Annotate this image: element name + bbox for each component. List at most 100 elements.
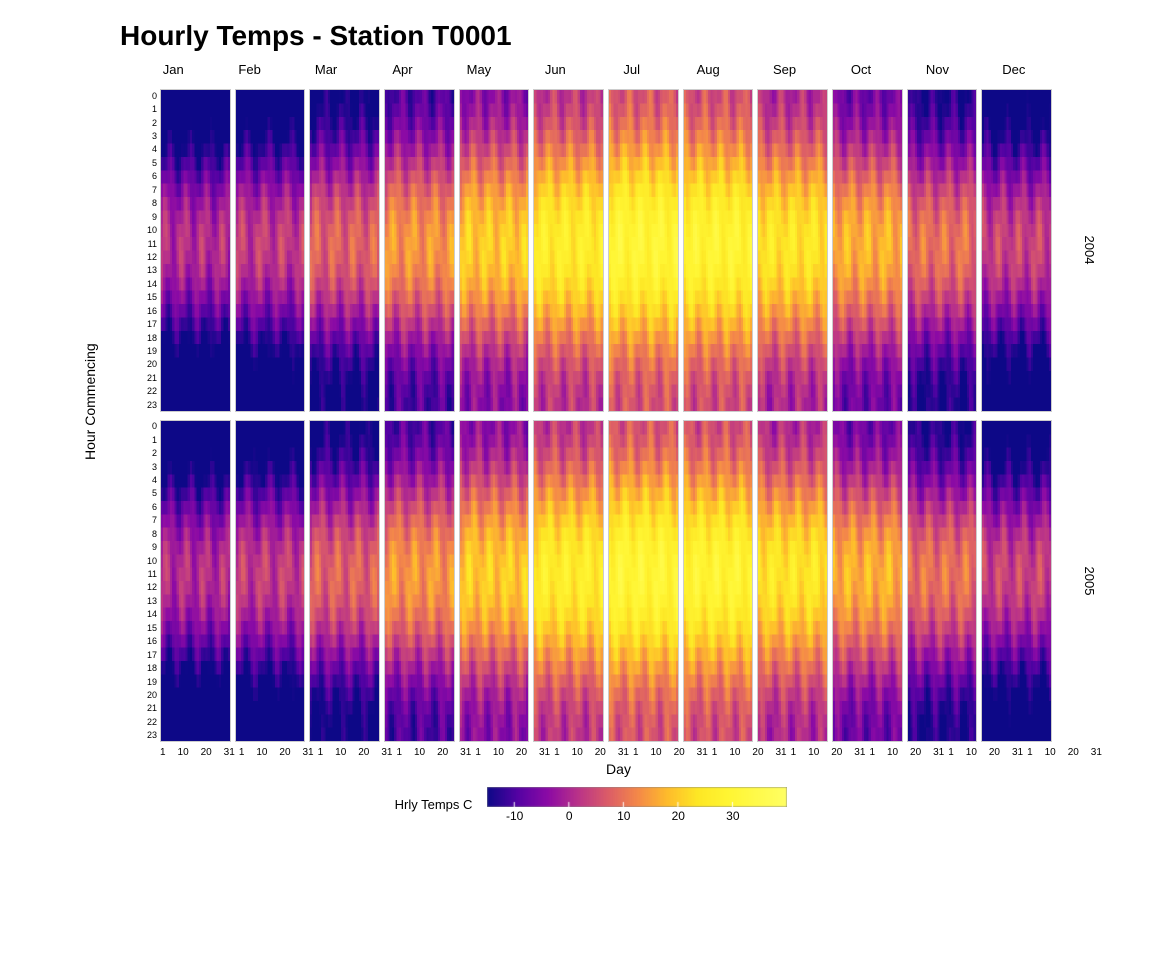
y-tick-2004-hour-11: 11 (148, 239, 157, 249)
month-header-jun: Jun (517, 62, 593, 87)
y-axis-ticks (105, 62, 135, 742)
month-header-aug: Aug (670, 62, 746, 87)
x-ticks-sep: 1 10 20 31 (791, 747, 866, 758)
y-tick-2005-hour-1: 1 (152, 435, 157, 445)
y-tick-2005-hour-7: 7 (152, 515, 157, 525)
y-tick-2004-hour-16: 16 (147, 306, 157, 316)
x-ticks-jul: 1102031 (633, 747, 708, 758)
heatmap-canvas-2004-apr (385, 90, 454, 411)
x-tick-jun-1: 1 (554, 747, 560, 758)
x-ticks-dec: 1102031 (1027, 747, 1102, 758)
x-tick-sep-1: 1 (791, 747, 797, 758)
y-tick-2005-hour-14: 14 (147, 609, 157, 619)
y-tick-2005-hour-15: 15 (147, 623, 157, 633)
year-label-2005: 2005 (1082, 566, 1097, 595)
y-tick-2005-hour-16: 16 (147, 636, 157, 646)
month-header-jul: Jul (594, 62, 670, 87)
x-tick-may-1: 1 (475, 747, 481, 758)
x-tick-feb-10: 10 (256, 747, 267, 758)
month-block-2004-mar (309, 89, 380, 412)
y-tick-2005-hour-8: 8 (152, 529, 157, 539)
month-header-sep: Sep (746, 62, 822, 87)
y-tick-2004-hour-0: 0 (152, 91, 157, 101)
month-block-2005-dec (981, 420, 1052, 743)
x-tick-jun-31: 31 (618, 747, 629, 758)
month-header-feb: Feb (211, 62, 287, 87)
heatmap-canvas-2004-jan (161, 90, 230, 411)
heatmap-canvas-2005-feb (236, 421, 305, 742)
x-tick-mar-31: 31 (381, 747, 392, 758)
x-tick-nov-20: 20 (989, 747, 1000, 758)
month-block-2004-may (459, 89, 530, 412)
legend-tick-30: 30 (726, 809, 739, 823)
x-tick-feb-1: 1 (239, 747, 245, 758)
month-block-2004-dec (981, 89, 1052, 412)
x-tick-aug-10: 10 (729, 747, 740, 758)
year-label-2004: 2004 (1082, 236, 1097, 265)
heatmap-canvas-2004-mar (310, 90, 379, 411)
y-tick-2005-hour-22: 22 (147, 717, 157, 727)
month-block-2005-may (459, 420, 530, 743)
heatmap-canvas-2005-dec (982, 421, 1051, 742)
x-tick-mar-1: 1 (318, 747, 324, 758)
y-tick-2004-hour-23: 23 (147, 400, 157, 410)
month-block-2004-jul (608, 89, 679, 412)
y-tick-2005-hour-3: 3 (152, 462, 157, 472)
x-tick-jan-31: 31 (224, 747, 235, 758)
y-tick-2004-hour-4: 4 (152, 144, 157, 154)
heatmap-canvas-2005-may (460, 421, 529, 742)
month-header-mar: Mar (288, 62, 364, 87)
y-tick-2005-hour-5: 5 (152, 488, 157, 498)
y-ticks-2004: 01234567891011121314151617181920212223 (135, 89, 160, 412)
y-tick-2005-hour-12: 12 (147, 582, 157, 592)
heatmap-canvas-2004-jun (534, 90, 603, 411)
month-block-2004-feb (235, 89, 306, 412)
month-block-2005-jan (160, 420, 231, 743)
x-tick-sep-31: 31 (854, 747, 865, 758)
x-tick-sep-10: 10 (808, 747, 819, 758)
y-tick-2004-hour-3: 3 (152, 131, 157, 141)
y-tick-2004-hour-8: 8 (152, 198, 157, 208)
year-panel-2004: 0123456789101112131415161718192021222320… (135, 89, 1052, 412)
x-tick-sep-20: 20 (831, 747, 842, 758)
month-block-2005-sep (757, 420, 828, 743)
y-tick-2005-hour-23: 23 (147, 730, 157, 740)
legend-tick-0: 0 (566, 809, 573, 823)
heatmap-canvas-2004-sep (758, 90, 827, 411)
month-header-jan: Jan (135, 62, 211, 87)
x-axis-area: 1102031110203111020311102031110203111020… (80, 747, 1102, 777)
month-block-2005-oct (832, 420, 903, 743)
month-header-apr: Apr (364, 62, 440, 87)
month-block-2005-apr (384, 420, 455, 743)
legend-bar-container: -100102030 (487, 787, 787, 825)
x-tick-jul-1: 1 (633, 747, 639, 758)
x-ticks-feb: 1102031 (239, 747, 314, 758)
y-tick-2004-hour-6: 6 (152, 171, 157, 181)
month-block-2004-nov (907, 89, 978, 412)
y-tick-2005-hour-2: 2 (152, 448, 157, 458)
heatmap-canvas-2004-may (460, 90, 529, 411)
y-tick-2005-hour-19: 19 (147, 677, 157, 687)
heatmap-canvas-2005-sep (758, 421, 827, 742)
y-tick-2005-hour-11: 11 (148, 569, 157, 579)
y-tick-2004-hour-12: 12 (147, 252, 157, 262)
x-ticks-nov: 1102031 (948, 747, 1023, 758)
x-tick-jan-20: 20 (201, 747, 212, 758)
month-header-oct: Oct (823, 62, 899, 87)
y-tick-2004-hour-22: 22 (147, 386, 157, 396)
main-plot: JanFebMarAprMayJunJulAugSepOctNovDec 012… (135, 62, 1052, 742)
x-ticks-jun: 1102031 (554, 747, 629, 758)
month-block-2004-aug (683, 89, 754, 412)
y-tick-2004-hour-21: 21 (147, 373, 157, 383)
x-tick-nov-1: 1 (948, 747, 954, 758)
x-ticks-jan: 1102031 (160, 747, 235, 758)
x-tick-aug-20: 20 (752, 747, 763, 758)
y-tick-2005-hour-4: 4 (152, 475, 157, 485)
month-block-2004-sep (757, 89, 828, 412)
x-tick-feb-31: 31 (303, 747, 314, 758)
x-tick-dec-1: 1 (1027, 747, 1033, 758)
y-tick-2005-hour-18: 18 (147, 663, 157, 673)
y-tick-2005-hour-10: 10 (147, 556, 157, 566)
x-axis-ticks: 1102031110203111020311102031110203111020… (135, 747, 1102, 758)
heatmap-canvas-2005-apr (385, 421, 454, 742)
